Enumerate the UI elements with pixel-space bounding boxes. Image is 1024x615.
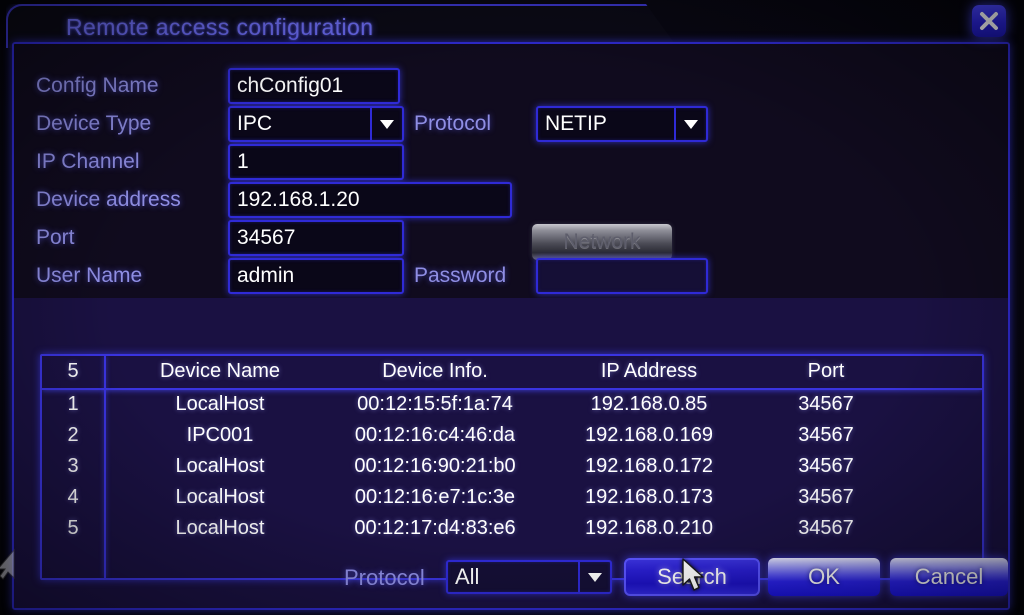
table-header-row: 5 Device Name Device Info. IP Address Po… [42, 356, 982, 390]
user-name-input[interactable]: admin [228, 258, 404, 294]
table-row[interactable]: 3 LocalHost 00:12:16:90:21:b0 192.168.0.172… [42, 452, 982, 483]
device-address-label: Device address [36, 188, 181, 211]
cell-ip-address: 192.168.0.172 [585, 455, 713, 477]
table-row[interactable]: 2 IPC001 00:12:16:c4:46:da 192.168.0.169 345… [42, 421, 982, 452]
table-row[interactable]: 4 LocalHost 00:12:16:e7:1c:3e 192.168.0.173… [42, 483, 982, 514]
result-count: 5 [67, 360, 79, 382]
device-type-select[interactable]: IPC [228, 106, 404, 142]
secondary-pointer-icon [0, 548, 15, 580]
cell-device-info: 00:12:16:c4:46:da [354, 424, 516, 446]
footer-protocol-select[interactable]: All [446, 560, 612, 594]
device-type-label: Device Type [36, 112, 152, 135]
footer-protocol-label: Protocol [344, 565, 425, 590]
chevron-down-icon [380, 119, 394, 129]
footer-protocol-value: All [455, 564, 480, 589]
header-ip-address: IP Address [600, 360, 698, 382]
protocol-value: NETIP [545, 112, 607, 135]
device-type-value: IPC [237, 112, 273, 135]
header-port: Port [807, 360, 845, 382]
cell-index: 1 [67, 393, 79, 415]
dialog-body: Config Name chConfig01 Device Type IPC P… [12, 42, 1010, 610]
dialog-title: Remote access configuration [66, 14, 374, 40]
cell-device-name: LocalHost [175, 517, 265, 539]
config-name-label: Config Name [36, 74, 159, 97]
remote-access-configuration-dialog: Remote access configuration Config Name … [6, 4, 1012, 610]
cell-device-info: 00:12:15:5f:1a:74 [357, 393, 513, 415]
dialog-footer: Protocol All Search OK Cancel [14, 558, 1008, 602]
network-button[interactable]: Network [532, 224, 672, 260]
cell-device-info: 00:12:16:90:21:b0 [354, 455, 516, 477]
port-label: Port [36, 226, 75, 249]
ip-channel-label: IP Channel [36, 150, 140, 173]
port-input[interactable]: 34567 [228, 220, 404, 256]
ok-button[interactable]: OK [768, 558, 880, 596]
cell-index: 4 [67, 486, 79, 508]
chevron-down-icon [588, 572, 602, 582]
cell-index: 2 [67, 424, 79, 446]
cell-port: 34567 [798, 517, 854, 539]
device-address-input[interactable]: 192.168.1.20 [228, 182, 512, 218]
column-divider [104, 356, 106, 388]
protocol-select[interactable]: NETIP [536, 106, 708, 142]
cell-ip-address: 192.168.0.85 [590, 393, 708, 415]
cell-device-info: 00:12:16:e7:1c:3e [354, 486, 516, 508]
config-name-input[interactable]: chConfig01 [228, 68, 400, 104]
configuration-form: Config Name chConfig01 Device Type IPC P… [14, 44, 1008, 298]
cell-port: 34567 [798, 424, 854, 446]
footer-protocol-arrow[interactable] [578, 562, 610, 592]
cell-index: 3 [67, 455, 79, 477]
cell-device-name: LocalHost [175, 455, 265, 477]
table-row[interactable]: 5 LocalHost 00:12:17:d4:83:e6 192.168.0.210… [42, 514, 982, 545]
cell-ip-address: 192.168.0.169 [585, 424, 713, 446]
search-button[interactable]: Search [624, 558, 760, 596]
cell-index: 5 [67, 517, 79, 539]
password-input[interactable] [536, 258, 708, 294]
cell-device-name: IPC001 [186, 424, 254, 446]
cell-device-info: 00:12:17:d4:83:e6 [354, 517, 516, 539]
device-results-table: 5 Device Name Device Info. IP Address Po… [40, 354, 984, 580]
chevron-down-icon [684, 119, 698, 129]
device-type-arrow[interactable] [370, 108, 402, 140]
device-screen: Remote access configuration Config Name … [0, 0, 1024, 615]
password-label: Password [414, 264, 507, 287]
cancel-button[interactable]: Cancel [890, 558, 1008, 596]
cell-ip-address: 192.168.0.173 [585, 486, 713, 508]
cell-port: 34567 [798, 393, 854, 415]
cell-device-name: LocalHost [175, 393, 265, 415]
close-button[interactable] [972, 5, 1006, 37]
cell-ip-address: 192.168.0.210 [585, 517, 713, 539]
cell-port: 34567 [798, 455, 854, 477]
ip-channel-input[interactable]: 1 [228, 144, 404, 180]
body-column-divider [104, 388, 106, 578]
protocol-arrow[interactable] [674, 108, 706, 140]
close-icon [980, 12, 998, 30]
table-row[interactable]: 1 LocalHost 00:12:15:5f:1a:74 192.168.0.85 3… [42, 390, 982, 421]
cell-port: 34567 [798, 486, 854, 508]
table-body: 1 LocalHost 00:12:15:5f:1a:74 192.168.0.85 3… [42, 390, 982, 545]
user-name-label: User Name [36, 264, 143, 287]
header-device-info: Device Info. [382, 360, 488, 382]
protocol-label: Protocol [414, 112, 492, 135]
header-device-name: Device Name [159, 360, 281, 382]
cell-device-name: LocalHost [175, 486, 265, 508]
